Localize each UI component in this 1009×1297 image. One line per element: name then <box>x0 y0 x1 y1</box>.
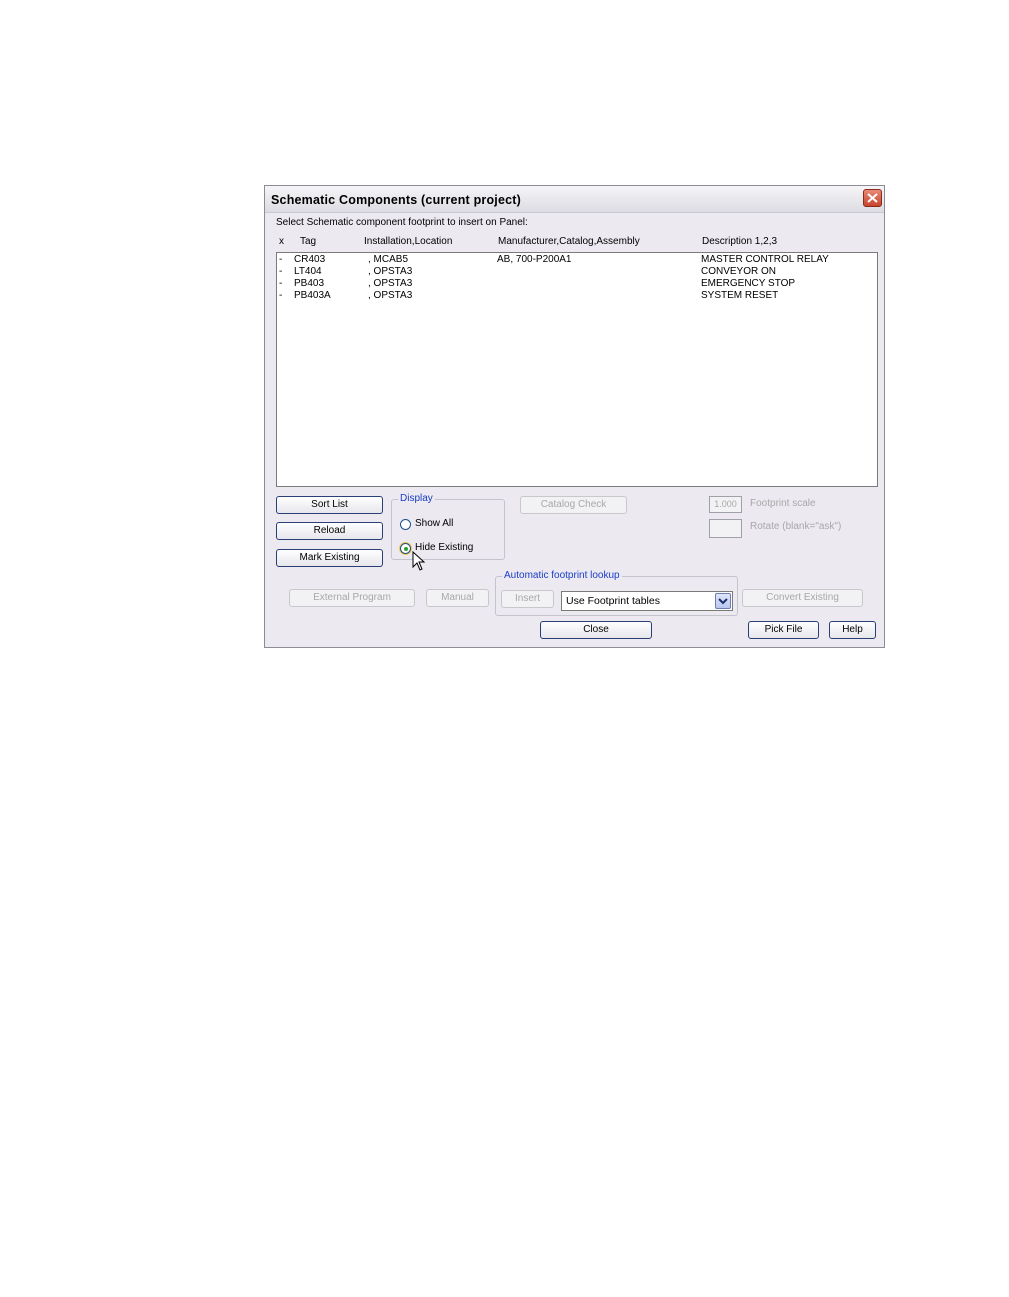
row-location: , MCAB5 <box>368 254 409 265</box>
footprint-scale-field[interactable]: 1.000 <box>709 496 742 513</box>
convert-existing-button[interactable]: Convert Existing <box>742 589 863 607</box>
footprint-lookup-selected: Use Footprint tables <box>566 595 660 607</box>
auto-lookup-legend: Automatic footprint lookup <box>502 570 622 581</box>
footprint-lookup-select[interactable]: Use Footprint tables <box>561 591 733 611</box>
column-header-tag[interactable]: Tag <box>300 236 316 247</box>
column-header-x[interactable]: x <box>279 236 284 247</box>
radio-selected-dot <box>403 546 408 551</box>
sort-list-button[interactable]: Sort List <box>276 496 383 514</box>
rotate-field[interactable] <box>709 519 742 538</box>
hide-existing-radio[interactable] <box>400 543 411 554</box>
title-bar[interactable]: Schematic Components (current project) <box>265 186 884 213</box>
dialog-title: Schematic Components (current project) <box>271 193 522 207</box>
catalog-check-button[interactable]: Catalog Check <box>520 496 627 514</box>
pick-file-button[interactable]: Pick File <box>748 621 819 639</box>
close-button[interactable]: Close <box>540 621 652 639</box>
row-x: - <box>279 290 283 301</box>
help-button[interactable]: Help <box>829 621 876 639</box>
manual-button[interactable]: Manual <box>426 589 489 607</box>
row-description: MASTER CONTROL RELAY <box>701 254 829 265</box>
close-icon <box>867 193 878 203</box>
column-header-location[interactable]: Installation,Location <box>364 236 452 247</box>
row-description: SYSTEM RESET <box>701 290 779 301</box>
chevron-down-icon[interactable] <box>715 593 731 609</box>
row-x: - <box>279 266 283 277</box>
row-x: - <box>279 278 283 289</box>
list-item[interactable]: - CR403 , MCAB5 AB, 700-P200A1 MASTER CO… <box>277 254 877 266</box>
row-tag: PB403A <box>294 290 331 301</box>
row-tag: CR403 <box>294 254 326 265</box>
close-window-button[interactable] <box>863 189 882 207</box>
list-item[interactable]: - LT404 , OPSTA3 CONVEYOR ON <box>277 266 877 278</box>
column-header-description[interactable]: Description 1,2,3 <box>702 236 777 247</box>
row-description: CONVEYOR ON <box>701 266 777 277</box>
instruction-text: Select Schematic component footprint to … <box>276 217 528 228</box>
rotate-label: Rotate (blank="ask") <box>750 521 842 532</box>
row-description: EMERGENCY STOP <box>701 278 796 289</box>
display-group: Display Show All Hide Existing <box>391 493 505 560</box>
row-catalog: AB, 700-P200A1 <box>497 254 572 265</box>
row-tag: PB403 <box>294 278 325 289</box>
row-tag: LT404 <box>294 266 322 277</box>
show-all-radio[interactable] <box>400 519 411 530</box>
row-x: - <box>279 254 283 265</box>
insert-button[interactable]: Insert <box>501 590 554 608</box>
footprint-scale-label: Footprint scale <box>750 498 816 509</box>
list-item[interactable]: - PB403 , OPSTA3 EMERGENCY STOP <box>277 278 877 290</box>
schematic-components-dialog: Schematic Components (current project) S… <box>264 185 885 648</box>
reload-button[interactable]: Reload <box>276 522 383 540</box>
mouse-pointer-icon <box>412 551 426 571</box>
component-list[interactable]: - CR403 , MCAB5 AB, 700-P200A1 MASTER CO… <box>276 252 878 487</box>
column-header-catalog[interactable]: Manufacturer,Catalog,Assembly <box>498 236 640 247</box>
row-location: , OPSTA3 <box>368 290 413 301</box>
display-group-legend: Display <box>398 493 435 504</box>
list-item[interactable]: - PB403A , OPSTA3 SYSTEM RESET <box>277 290 877 302</box>
row-location: , OPSTA3 <box>368 266 413 277</box>
row-location: , OPSTA3 <box>368 278 413 289</box>
external-program-button[interactable]: External Program <box>289 589 415 607</box>
show-all-label[interactable]: Show All <box>415 518 453 529</box>
mark-existing-button[interactable]: Mark Existing <box>276 549 383 567</box>
